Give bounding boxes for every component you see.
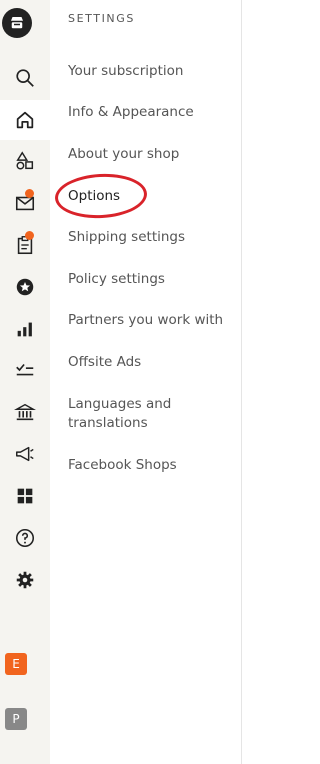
settings-icon[interactable] [0,560,50,600]
menu-item-about-your-shop[interactable]: About your shop [68,145,233,164]
star-seller-icon[interactable] [0,267,50,307]
orders-icon[interactable] [0,225,50,265]
menu-item-shipping-settings[interactable]: Shipping settings [68,228,233,247]
notification-dot [25,231,34,240]
shop-avatar-e[interactable]: E [5,653,27,675]
menu-item-partners[interactable]: Partners you work with [68,311,233,330]
marketing-icon[interactable] [0,434,50,474]
menu-item-offsite-ads[interactable]: Offsite Ads [68,353,233,372]
settings-menu: SETTINGS Your subscription Info & Appear… [50,0,242,764]
settings-heading: SETTINGS [68,12,135,25]
search-icon[interactable] [0,58,50,98]
integrations-icon[interactable] [0,476,50,516]
marketing-checklist-icon[interactable] [0,350,50,390]
shop-avatar-p[interactable]: P [5,708,27,730]
icon-rail: E P [0,0,50,764]
menu-item-facebook-shops[interactable]: Facebook Shops [68,456,233,475]
menu-item-your-subscription[interactable]: Your subscription [68,62,233,81]
menu-item-info-appearance[interactable]: Info & Appearance [68,103,233,122]
help-icon[interactable] [0,518,50,558]
messages-icon[interactable] [0,183,50,223]
home-icon[interactable] [0,100,50,140]
listings-icon[interactable] [0,141,50,181]
menu-item-policy-settings[interactable]: Policy settings [68,270,233,289]
stats-icon[interactable] [0,309,50,349]
shop-logo-icon[interactable] [2,8,32,38]
notification-dot [25,189,34,198]
finances-icon[interactable] [0,392,50,432]
menu-item-languages[interactable]: Languages and translations [68,395,188,433]
